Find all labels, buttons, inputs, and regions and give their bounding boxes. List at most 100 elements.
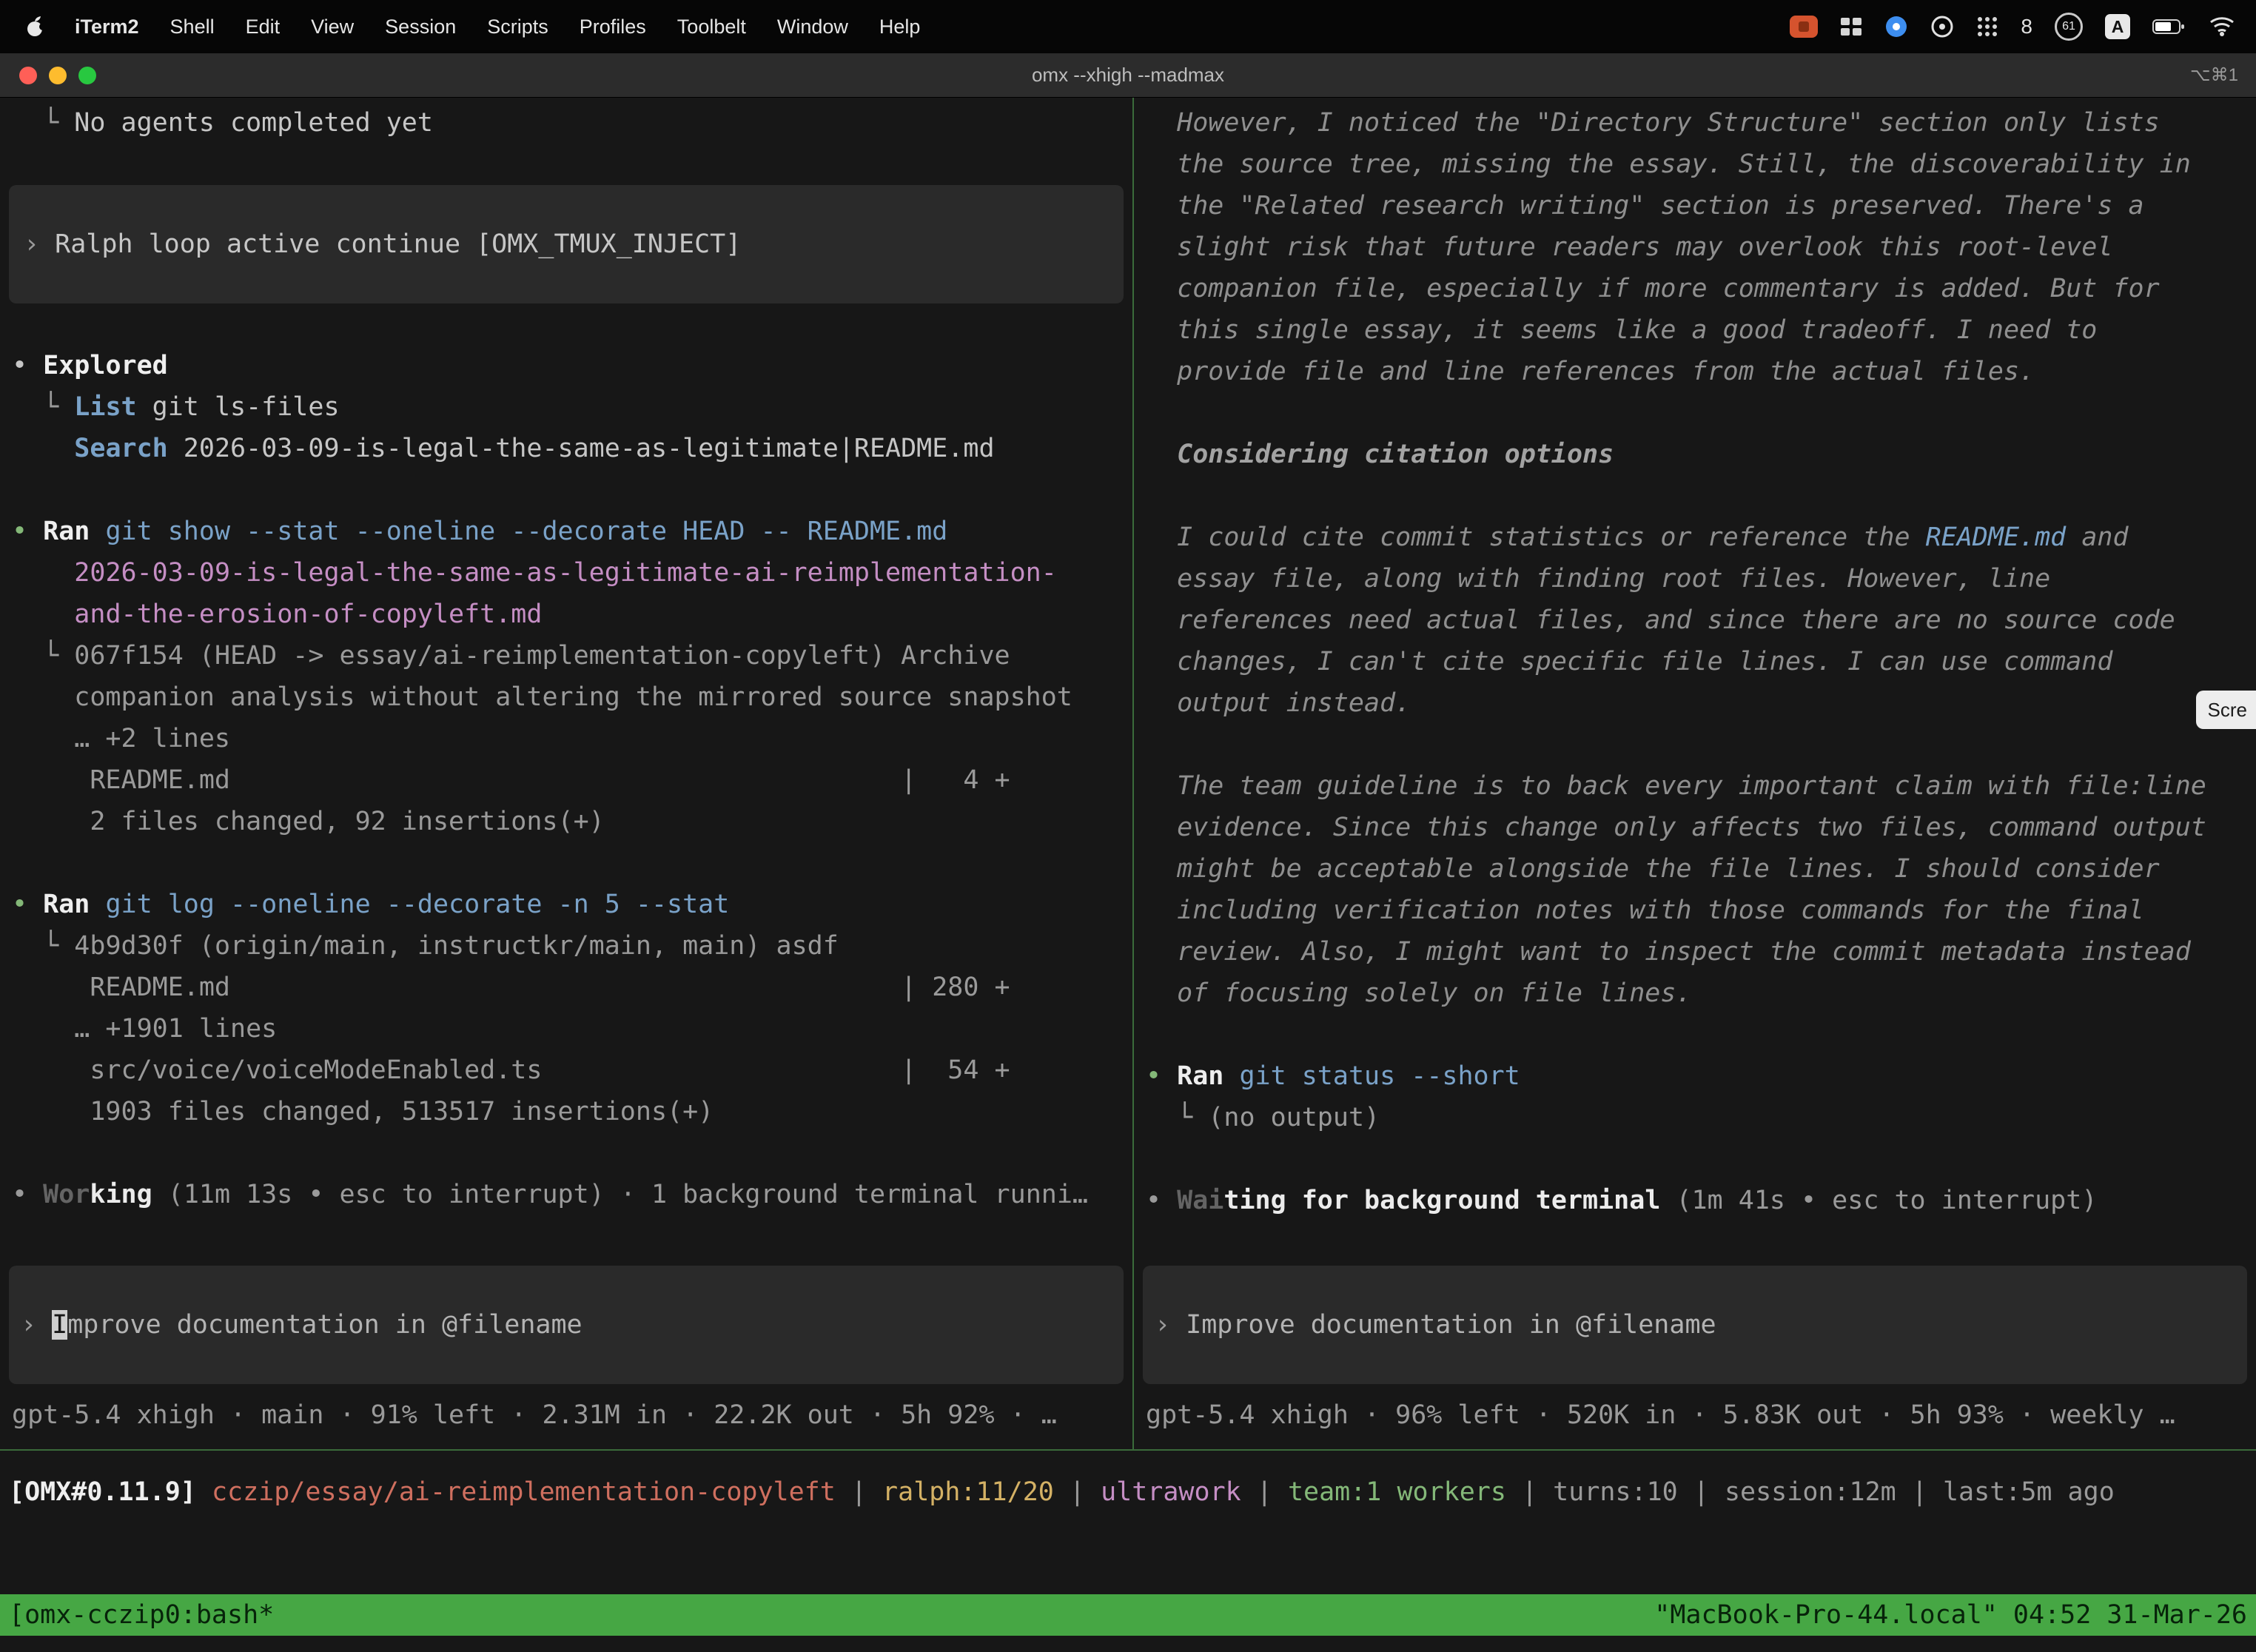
omx-session-pane: [OMX#0.11.9] cczip/essay/ai-reimplementa…	[0, 1451, 2256, 1594]
git-status-block: • Ran git status --short └ (no output)	[1134, 1055, 2256, 1138]
working-status-line: • Working (11m 13s • esc to interrupt) ·…	[0, 1174, 1132, 1215]
text-segment: |	[1896, 1477, 1943, 1507]
menu-help[interactable]: Help	[864, 16, 936, 38]
text-segment: •	[12, 351, 43, 380]
traffic-lights	[0, 67, 96, 84]
text-segment: [OMX#0.11.9]	[9, 1477, 196, 1507]
close-button[interactable]	[19, 67, 37, 84]
screen-recording-icon[interactable]	[1790, 16, 1818, 38]
text-segment: 2 files changed, 92 insertions(+)	[12, 807, 605, 836]
text-segment: git status --short	[1239, 1061, 1520, 1091]
terminal-line: the source tree, missing the essay. Stil…	[1134, 144, 2256, 185]
text-segment	[90, 890, 105, 919]
magnet-app-icon[interactable]: 8	[2021, 15, 2032, 38]
terminal-line: However, I noticed the "Directory Struct…	[1134, 102, 2256, 144]
terminal-line: I could cite commit statistics or refere…	[1134, 517, 2256, 558]
battery-gauge-icon[interactable]: 61	[2055, 13, 2083, 41]
menu-window[interactable]: Window	[762, 16, 864, 38]
terminal-line: 2 files changed, 92 insertions(+)	[0, 801, 1132, 842]
text-segment: companion file, especially if more comme…	[1146, 274, 2160, 303]
right-terminal-pane[interactable]: However, I noticed the "Directory Struct…	[1134, 98, 2256, 1449]
text-segment: turns:10	[1553, 1477, 1678, 1507]
menu-toolbelt[interactable]: Toolbelt	[662, 16, 762, 38]
terminal-line: └ List git ls-files	[0, 386, 1132, 428]
terminal-line: output instead.	[1134, 682, 2256, 724]
window-title: omx --xhigh --madmax	[0, 64, 2256, 87]
text-segment: and	[2066, 523, 2128, 552]
terminal-line: └ 4b9d30f (origin/main, instructkr/main,…	[0, 925, 1132, 967]
menu-view[interactable]: View	[295, 16, 369, 38]
apple-menu-icon[interactable]	[21, 16, 59, 38]
text-cursor: I	[52, 1310, 67, 1340]
right-pane-output: However, I noticed the "Directory Struct…	[1134, 98, 2256, 1266]
terminal-line: Considering citation options	[1134, 434, 2256, 475]
swirl-app-icon[interactable]	[1930, 15, 1954, 38]
terminal-line: 2026-03-09-is-legal-the-same-as-legitima…	[0, 552, 1132, 594]
app-grid-icon[interactable]	[1976, 16, 1998, 38]
zoom-button[interactable]	[78, 67, 96, 84]
terminal-line: • Ran git show --stat --oneline --decora…	[0, 511, 1132, 552]
menu-iterm2[interactable]: iTerm2	[59, 16, 155, 38]
terminal-line: might be acceptable alongside the file l…	[1134, 848, 2256, 890]
text-segment: |	[1506, 1477, 1553, 1507]
menu-items: iTerm2ShellEditViewSessionScriptsProfile…	[59, 16, 936, 38]
wifi-icon[interactable]	[2209, 16, 2235, 37]
text-segment: README.md | 4 +	[12, 765, 1010, 795]
tmux-status-bar: [omx-cczip0:bash* "MacBook-Pro-44.local"…	[0, 1594, 2256, 1636]
left-terminal-pane[interactable]: └ No agents completed yet› Ralph loop ac…	[0, 98, 1132, 1449]
text-segment: (11m 13s • esc to interrupt) · 1 backgro…	[152, 1180, 1088, 1209]
menu-edit[interactable]: Edit	[230, 16, 296, 38]
text-segment: List	[74, 392, 136, 422]
text-segment: might be acceptable alongside the file l…	[1146, 854, 2160, 884]
input-text: Improve documentation in @filename	[1186, 1310, 1716, 1340]
menu-session[interactable]: Session	[369, 16, 471, 38]
text-segment: (no output)	[1208, 1103, 1380, 1132]
text-segment: last:5m ago	[1943, 1477, 2115, 1507]
text-segment: However, I noticed the "Directory Struct…	[1146, 108, 2160, 138]
right-input-box[interactable]: › Improve documentation in @filename	[1143, 1266, 2247, 1384]
agents-status-line: └ No agents completed yet	[0, 102, 1132, 144]
text-segment	[12, 600, 74, 629]
text-segment: |	[1054, 1477, 1101, 1507]
text-segment: (1m 41s • esc to interrupt)	[1660, 1186, 2097, 1215]
text-segment: 067f154 (HEAD -> essay/ai-reimplementati…	[74, 641, 1010, 671]
explored-block: • Explored └ List git ls-files Search 20…	[0, 345, 1132, 469]
grid-layout-icon[interactable]	[1840, 17, 1862, 36]
right-model-status-line: gpt-5.4 xhigh · 96% left · 520K in · 5.8…	[1146, 1394, 2256, 1436]
text-segment	[12, 434, 74, 463]
thinking-paragraph-2: I could cite commit statistics or refere…	[1134, 517, 2256, 724]
text-segment: •	[12, 890, 43, 919]
text-segment: 4b9d30f (origin/main, instructkr/main, m…	[74, 931, 839, 961]
text-segment: No agents completed yet	[74, 108, 433, 138]
terminal-line: of focusing solely on file lines.	[1134, 973, 2256, 1014]
text-segment: └	[12, 641, 74, 671]
text-segment: the "Related research writing" section i…	[1146, 191, 2144, 221]
terminal-line: └ (no output)	[1134, 1097, 2256, 1138]
terminal-line: review. Also, I might want to inspect th…	[1134, 931, 2256, 973]
text-segment: cczip/essay/ai-reimplementation-copyleft	[212, 1477, 836, 1507]
menu-bar-left: iTerm2ShellEditViewSessionScriptsProfile…	[21, 16, 936, 38]
text-segment: •	[12, 517, 43, 546]
text-segment: git show --stat --oneline --decorate HEA…	[105, 517, 947, 546]
terminal-line: evidence. Since this change only affects…	[1134, 807, 2256, 848]
terminal-line: The team guideline is to back every impo…	[1134, 765, 2256, 807]
text-segment: Ralph loop active continue [OMX_TMUX_INJ…	[55, 229, 741, 259]
menu-shell[interactable]: Shell	[155, 16, 230, 38]
menu-scripts[interactable]: Scripts	[471, 16, 564, 38]
text-segment: git ls-files	[137, 392, 340, 422]
text-segment: of focusing solely on file lines.	[1146, 978, 1692, 1008]
battery-icon[interactable]	[2152, 18, 2186, 36]
keyboard-input-source-icon[interactable]: A	[2105, 14, 2130, 39]
text-segment: changes, I can't cite specific file line…	[1146, 647, 2112, 676]
text-segment	[12, 558, 74, 588]
terminal-line: provide file and line references from th…	[1134, 351, 2256, 392]
blue-app-icon[interactable]	[1884, 15, 1908, 38]
left-input-box[interactable]: › Improve documentation in @filename	[9, 1266, 1124, 1384]
text-segment: ting for background terminal	[1223, 1186, 1660, 1215]
text-segment: and-the-erosion-of-copyleft.md	[74, 600, 542, 629]
minimize-button[interactable]	[49, 67, 67, 84]
text-segment	[1146, 440, 1177, 469]
screen-tooltip-pill[interactable]: Scre	[2196, 691, 2256, 729]
git-log-block: • Ran git log --oneline --decorate -n 5 …	[0, 884, 1132, 1132]
menu-profiles[interactable]: Profiles	[564, 16, 662, 38]
